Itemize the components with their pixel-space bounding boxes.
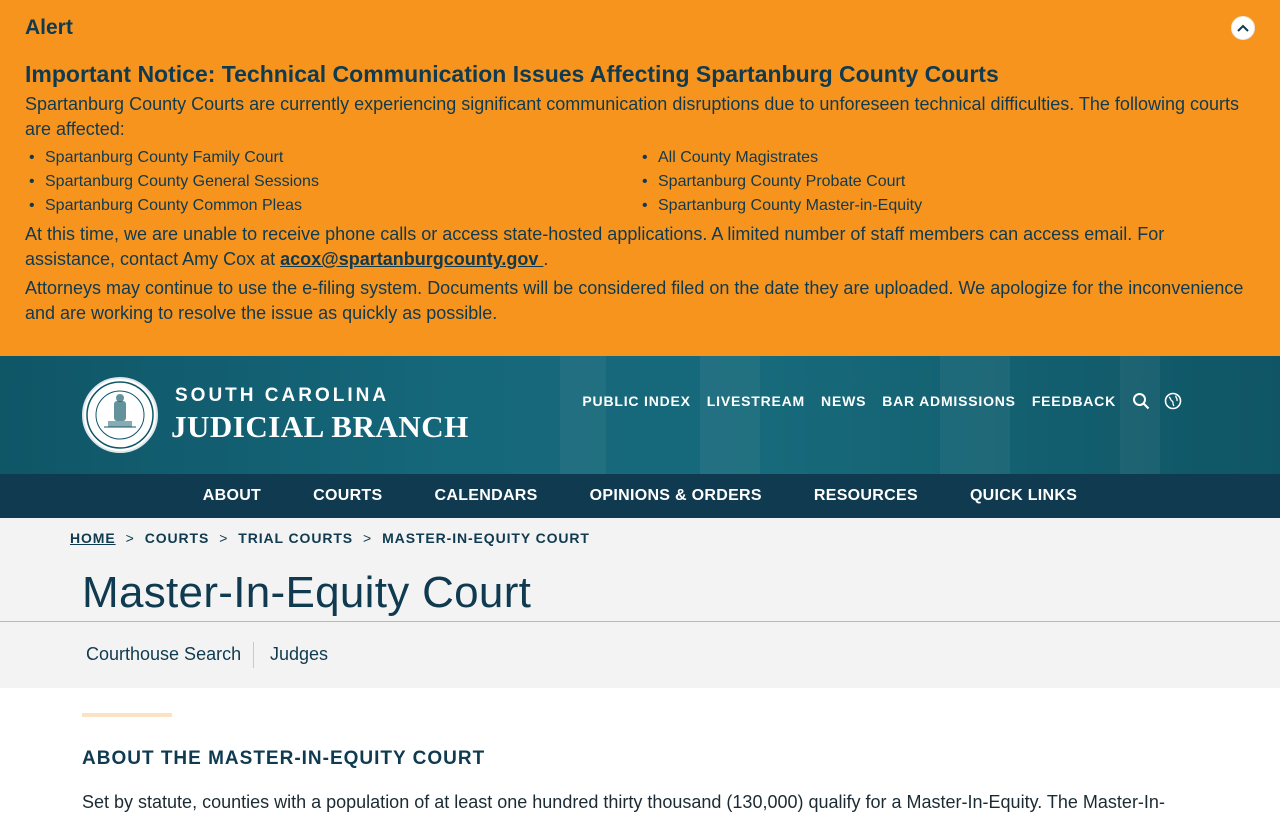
affected-courts-list: Spartanburg County Family Court Spartanb… [25, 146, 1255, 218]
breadcrumb-separator: > [125, 530, 135, 546]
list-item: Spartanburg County General Sessions [25, 170, 638, 194]
util-link-news[interactable]: NEWS [821, 393, 866, 409]
util-link-livestream[interactable]: LIVESTREAM [707, 393, 805, 409]
nav-item-calendars[interactable]: CALENDARS [434, 487, 537, 505]
breadcrumb-trial-courts[interactable]: TRIAL COURTS [238, 530, 353, 546]
alert-banner: Alert Important Notice: Technical Commun… [0, 0, 1280, 356]
header-decoration [700, 356, 760, 474]
alert-efiling: Attorneys may continue to use the e-fili… [25, 278, 1244, 323]
sub-nav: Courthouse Search Judges [0, 622, 1280, 688]
alert-contact-text: At this time, we are unable to receive p… [25, 224, 1165, 269]
util-link-feedback[interactable]: FEEDBACK [1032, 393, 1116, 409]
section-accent [82, 713, 172, 717]
nav-item-quick-links[interactable]: QUICK LINKS [970, 487, 1077, 505]
search-icon [1133, 393, 1150, 410]
breadcrumb-courts[interactable]: COURTS [145, 530, 210, 546]
brand-state: SOUTH CAROLINA [175, 385, 390, 406]
list-item: Spartanburg County Family Court [25, 146, 638, 170]
alert-collapse-button[interactable] [1231, 16, 1255, 40]
nav-item-courts[interactable]: COURTS [313, 487, 382, 505]
brand-name: JUDICIAL BRANCH [171, 409, 469, 444]
list-item: All County Magistrates [638, 146, 1238, 170]
seal-icon [86, 381, 154, 449]
list-item: Spartanburg County Probate Court [638, 170, 1238, 194]
breadcrumb-separator: > [219, 530, 229, 546]
page-header: HOME > COURTS > TRIAL COURTS > MASTER-IN… [0, 518, 1280, 621]
site-header: SOUTH CAROLINA JUDICIAL BRANCH PUBLIC IN… [0, 356, 1280, 474]
header-decoration [940, 356, 1010, 474]
site-logo-seal[interactable] [82, 377, 158, 453]
page-title: Master-In-Equity Court [82, 568, 532, 617]
alert-contact-end: . [543, 249, 549, 269]
contact-email-link[interactable]: acox@spartanburgcounty.gov [280, 249, 543, 269]
alert-intro: Spartanburg County Courts are currently … [25, 94, 1239, 139]
globe-icon [1164, 392, 1182, 410]
alert-contact: At this time, we are unable to receive p… [25, 222, 1255, 272]
main-nav: ABOUT COURTS CALENDARS OPINIONS & ORDERS… [0, 474, 1280, 518]
utility-nav: PUBLIC INDEX LIVESTREAM NEWS BAR ADMISSI… [582, 392, 1280, 410]
breadcrumb-current: MASTER-IN-EQUITY COURT [382, 530, 590, 546]
subnav-courthouse-search[interactable]: Courthouse Search [86, 644, 241, 665]
main-content: ABOUT THE MASTER-IN-EQUITY COURT Set by … [0, 688, 1280, 812]
affected-courts-right: All County Magistrates Spartanburg Count… [638, 146, 1238, 218]
language-button[interactable] [1164, 392, 1182, 410]
section-text: Set by statute, counties with a populati… [82, 792, 1165, 812]
chevron-up-icon [1237, 24, 1249, 32]
affected-courts-left: Spartanburg County Family Court Spartanb… [25, 146, 638, 218]
search-button[interactable] [1132, 392, 1150, 410]
header-decoration [560, 356, 606, 474]
alert-label: Alert [25, 16, 73, 39]
nav-item-resources[interactable]: RESOURCES [814, 487, 918, 505]
breadcrumb-separator: > [363, 530, 373, 546]
alert-title: Important Notice: Technical Communicatio… [25, 61, 999, 87]
list-item: Spartanburg County Master-in-Equity [638, 194, 1238, 218]
util-link-bar-admissions[interactable]: BAR ADMISSIONS [882, 393, 1016, 409]
list-item: Spartanburg County Common Pleas [25, 194, 638, 218]
subnav-judges[interactable]: Judges [270, 644, 328, 665]
section-heading: ABOUT THE MASTER-IN-EQUITY COURT [82, 748, 486, 769]
header-decoration [1120, 356, 1160, 474]
subnav-separator [253, 642, 254, 668]
nav-item-opinions-orders[interactable]: OPINIONS & ORDERS [590, 487, 762, 505]
util-link-public-index[interactable]: PUBLIC INDEX [582, 393, 690, 409]
breadcrumb: HOME > COURTS > TRIAL COURTS > MASTER-IN… [70, 530, 590, 546]
nav-item-about[interactable]: ABOUT [203, 487, 261, 505]
breadcrumb-home[interactable]: HOME [70, 530, 116, 546]
